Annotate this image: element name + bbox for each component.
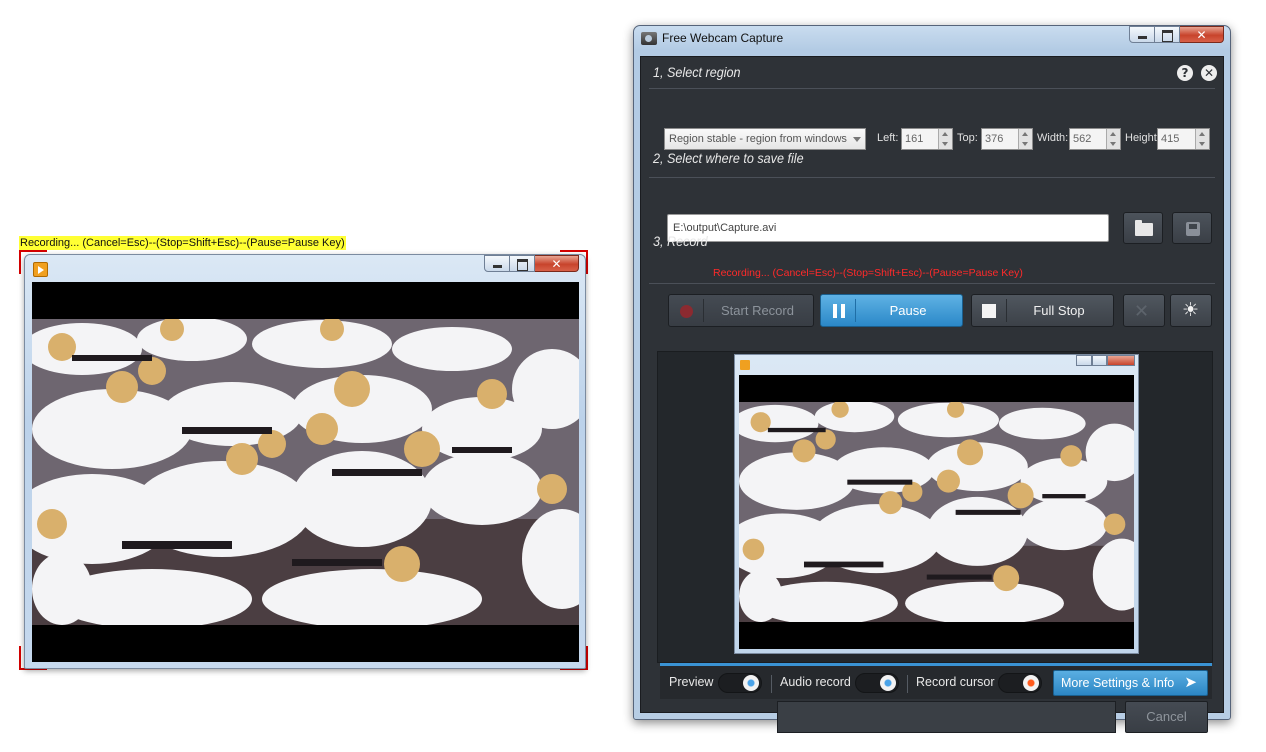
- start-record-label: Start Record: [721, 303, 794, 318]
- help-icon[interactable]: ?: [1177, 65, 1193, 81]
- width-input[interactable]: 562: [1069, 128, 1121, 150]
- section-select-region-title: 1, Select region: [653, 64, 741, 80]
- cancel-button[interactable]: Cancel: [1125, 701, 1208, 733]
- save-file-button[interactable]: [1172, 212, 1212, 244]
- webcam-app-icon: [641, 32, 657, 45]
- minimize-button[interactable]: [484, 255, 510, 272]
- region-mode-value: Region stable - region from windows: [669, 133, 847, 145]
- section-save-file-title: 2, Select where to save file: [653, 150, 804, 166]
- more-settings-label: More Settings & Info: [1061, 676, 1175, 690]
- player-window-controls: [484, 255, 579, 272]
- window-title: Free Webcam Capture: [662, 31, 784, 45]
- audio-record-label: Audio record: [780, 675, 851, 689]
- options-bar: Preview Audio record Record cursor More …: [660, 663, 1212, 699]
- full-stop-button[interactable]: Full Stop: [971, 294, 1114, 327]
- toggle-knob: [1023, 675, 1039, 691]
- recording-status-text: Recording... (Cancel=Esc)--(Stop=Shift+E…: [713, 267, 1023, 279]
- full-stop-label: Full Stop: [1033, 303, 1085, 318]
- separator: [907, 675, 908, 693]
- divider: [649, 88, 1215, 89]
- free-webcam-capture-window: Free Webcam Capture 1, Select region ? ✕…: [633, 25, 1231, 733]
- send-icon: ➤: [1184, 674, 1197, 691]
- tools-button[interactable]: ✕: [1123, 294, 1165, 327]
- preview-video-frame: [739, 402, 1134, 622]
- width-label: Width:: [1037, 132, 1069, 144]
- spinner-arrows[interactable]: [1018, 129, 1032, 149]
- toggle-knob: [743, 675, 759, 691]
- preview-window-controls: [1076, 355, 1135, 366]
- height-label: Height: [1125, 132, 1157, 144]
- tools-icon: ✕: [1134, 301, 1150, 321]
- recording-banner: Recording... (Cancel=Esc)--(Stop=Shift+E…: [19, 236, 346, 250]
- height-value: 415: [1161, 133, 1180, 145]
- record-cursor-toggle[interactable]: [998, 673, 1042, 693]
- minimize-button[interactable]: [1129, 26, 1155, 43]
- pause-label: Pause: [889, 303, 927, 318]
- top-value: 376: [985, 133, 1004, 145]
- preview-video-area: [739, 375, 1134, 649]
- preview-area: [657, 351, 1213, 663]
- region-mode-select[interactable]: Region stable - region from windows: [664, 128, 866, 150]
- close-button[interactable]: [535, 255, 579, 272]
- sun-icon: ☀: [1182, 300, 1200, 321]
- audio-record-toggle[interactable]: [855, 673, 899, 693]
- toggle-knob: [880, 675, 896, 691]
- chevron-down-icon: [853, 137, 861, 142]
- gannet-colony-image: [32, 319, 579, 625]
- spinner-arrows[interactable]: [938, 129, 952, 149]
- player-app-icon: [740, 360, 750, 370]
- preview-captured-window: [734, 354, 1139, 654]
- maximize-button[interactable]: [510, 255, 535, 272]
- left-value: 161: [905, 133, 924, 145]
- save-icon: [1186, 222, 1200, 236]
- section-record-title: 3, Record: [653, 233, 708, 249]
- output-path-field[interactable]: E:\output\Capture.avi: [667, 214, 1109, 242]
- status-field: [777, 701, 1116, 733]
- stop-icon: [982, 304, 996, 318]
- captured-player-window: [24, 254, 586, 669]
- divider: [649, 283, 1215, 284]
- height-input[interactable]: 415: [1157, 128, 1210, 150]
- pause-icon: [833, 304, 845, 318]
- spinner-arrows[interactable]: [1195, 129, 1209, 149]
- start-record-button[interactable]: Start Record: [668, 294, 814, 327]
- spinner-arrows[interactable]: [1106, 129, 1120, 149]
- close-icon[interactable]: ✕: [1201, 65, 1217, 81]
- left-label: Left:: [877, 132, 899, 144]
- browse-folder-button[interactable]: [1123, 212, 1163, 244]
- close-button[interactable]: [1180, 26, 1224, 43]
- top-input[interactable]: 376: [981, 128, 1033, 150]
- width-value: 562: [1073, 133, 1092, 145]
- more-settings-button[interactable]: More Settings & Info ➤: [1053, 670, 1208, 696]
- maximize-button[interactable]: [1155, 26, 1180, 43]
- record-dot-icon: [680, 305, 693, 318]
- app-window-controls: [1129, 26, 1224, 43]
- app-panel: 1, Select region ? ✕ Region stable - reg…: [640, 56, 1224, 733]
- pause-button[interactable]: Pause: [820, 294, 963, 327]
- top-label: Top:: [957, 132, 978, 144]
- preview-label: Preview: [669, 675, 714, 689]
- separator: [771, 675, 772, 693]
- player-app-icon: [33, 262, 48, 277]
- folder-icon: [1135, 220, 1153, 236]
- preview-toggle[interactable]: [718, 673, 762, 693]
- record-cursor-label: Record cursor: [916, 675, 995, 689]
- gannet-colony-image: [739, 402, 1134, 622]
- player-video-area: [32, 282, 579, 662]
- video-frame-gannets: [32, 319, 579, 625]
- brightness-button[interactable]: ☀: [1170, 294, 1212, 327]
- left-input[interactable]: 161: [901, 128, 953, 150]
- divider: [649, 177, 1215, 178]
